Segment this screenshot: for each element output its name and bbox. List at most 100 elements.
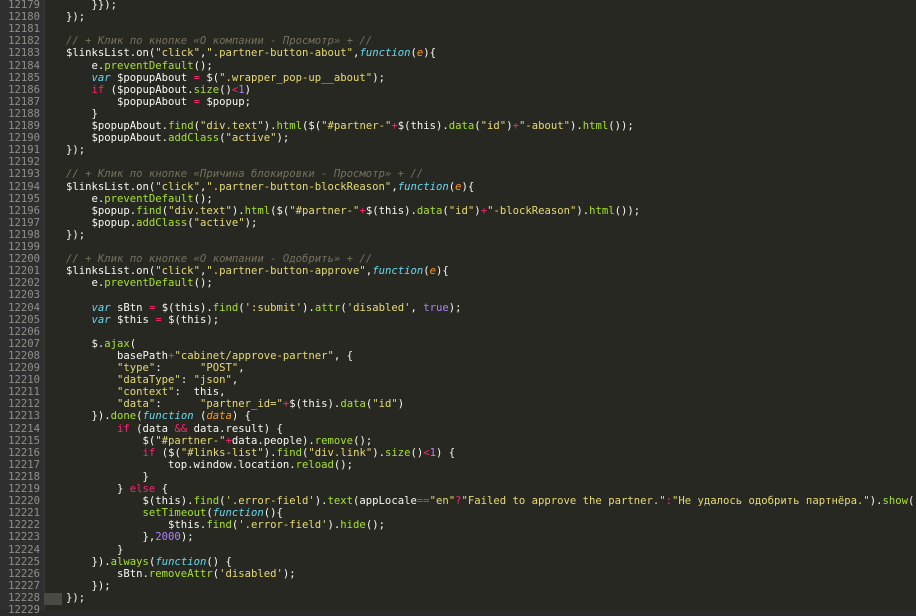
code-line[interactable]: }: [44, 544, 916, 556]
code-line[interactable]: }: [44, 471, 916, 483]
code-line[interactable]: e.preventDefault();: [44, 193, 916, 205]
line-number: 12223: [8, 531, 40, 544]
code-token: html: [276, 120, 303, 132]
code-line[interactable]: $(this).find('.error-field').text(appLoc…: [44, 495, 916, 507]
code-line[interactable]: $popup.find("div.text").html($("#partner…: [44, 205, 916, 217]
code-token: ) {: [231, 410, 252, 423]
code-token: size: [384, 446, 411, 459]
code-line[interactable]: }: [44, 108, 916, 120]
code-token: "#partner-": [321, 120, 392, 132]
code-line[interactable]: basePath+"cabinet/approve-partner", {: [44, 350, 916, 362]
code-line-text: if ($popupAbout.size()<1): [66, 84, 252, 96]
code-line[interactable]: $popupAbout = $popup;: [44, 96, 916, 108]
code-line[interactable]: e.preventDefault();: [44, 277, 916, 289]
line-number: 12207: [8, 337, 40, 350]
code-line[interactable]: $linksList.on("click",".partner-button-b…: [44, 181, 916, 193]
code-line[interactable]: });: [44, 580, 916, 592]
code-token: }: [66, 483, 130, 495]
code-line[interactable]: "context": this,: [44, 386, 916, 398]
code-line[interactable]: },2000);: [44, 531, 916, 543]
code-token: $popup.: [66, 204, 137, 217]
code-line[interactable]: var $popupAbout = $(".wrapper_pop-up__ab…: [44, 72, 916, 84]
code-token: function: [359, 47, 411, 60]
code-line-text: e.preventDefault();: [66, 277, 213, 289]
code-line[interactable]: sBtn.removeAttr('disabled');: [44, 568, 916, 580]
code-line[interactable]: [44, 23, 916, 35]
code-token: ();: [193, 277, 213, 290]
code-line-text: var sBtn = $(this).find(':submit').attr(…: [66, 302, 462, 314]
code-line[interactable]: if ($("#links-list").find("div.link").si…: [44, 447, 916, 459]
code-line[interactable]: top.window.location.reload();: [44, 459, 916, 471]
code-token: addClass: [136, 216, 188, 229]
line-number: 12208: [8, 349, 40, 362]
code-line[interactable]: $popupAbout.find("div.text").html($("#pa…: [44, 120, 916, 132]
code-line[interactable]: // + Клик по кнопке «О компании - Одобри…: [44, 253, 916, 265]
code-token: ).: [263, 446, 277, 459]
code-token: function: [155, 555, 207, 568]
code-token: "en": [429, 495, 456, 508]
code-line[interactable]: } else {: [44, 483, 916, 495]
code-line[interactable]: }});: [44, 0, 916, 11]
code-line[interactable]: $popup.addClass("active");: [44, 217, 916, 229]
code-token: ,: [410, 301, 424, 314]
code-line[interactable]: $linksList.on("click",".partner-button-a…: [44, 47, 916, 59]
code-token: }});: [66, 0, 118, 11]
code-line[interactable]: // + Клик по кнопке «Причина блокировки …: [44, 168, 916, 180]
code-editor[interactable]: 12179 12180 12181 12182 12183 12184 12185 12186…: [0, 0, 916, 616]
code-token: }).: [66, 555, 111, 568]
code-line[interactable]: $popupAbout.addClass("active");: [44, 132, 916, 144]
code-token: $this.: [66, 519, 207, 532]
code-line[interactable]: });: [44, 592, 916, 604]
code-line[interactable]: var $this = $(this);: [44, 314, 916, 326]
code-line[interactable]: [44, 156, 916, 168]
code-line[interactable]: $.ajax(: [44, 338, 916, 350]
code-line[interactable]: if ($popupAbout.size()<1): [44, 84, 916, 96]
code-line[interactable]: [44, 604, 916, 616]
code-line-text: "data": "partner_id="+$(this).data("id"): [66, 398, 404, 410]
code-area[interactable]: }});}); // + Клик по кнопке «О компании -…: [44, 0, 916, 610]
code-token: preventDefault: [104, 277, 194, 290]
code-line[interactable]: });: [44, 229, 916, 241]
code-line[interactable]: });: [44, 144, 916, 156]
code-line-text: top.window.location.reload();: [66, 459, 353, 471]
code-line[interactable]: "type": "POST",: [44, 362, 916, 374]
code-line[interactable]: [44, 289, 916, 301]
code-line[interactable]: $linksList.on("click",".partner-button-a…: [44, 265, 916, 277]
code-line[interactable]: "dataType": "json",: [44, 374, 916, 386]
line-number: 12198: [8, 228, 40, 241]
code-token: $popupAbout: [110, 71, 194, 84]
code-token: if: [117, 422, 130, 435]
line-number: 12213: [8, 410, 40, 423]
code-token: "id": [372, 398, 398, 411]
code-line[interactable]: var sBtn = $(this).find(':submit').attr(…: [44, 302, 916, 314]
line-number: 12194: [8, 180, 40, 193]
code-line[interactable]: setTimeout(function(){: [44, 507, 916, 519]
code-line[interactable]: $this.find('.error-field').hide();: [44, 519, 916, 531]
code-line[interactable]: "data": "partner_id="+$(this).data("id"): [44, 398, 916, 410]
code-token: $linksList.on(: [66, 265, 156, 278]
line-number: 12206: [8, 325, 40, 338]
code-token: ();: [333, 458, 354, 471]
code-token: (){: [263, 507, 283, 520]
code-line[interactable]: if (data && data.result) {: [44, 423, 916, 435]
code-line[interactable]: }).always(function() {: [44, 556, 916, 568]
code-line[interactable]: e.preventDefault();: [44, 60, 916, 72]
code-line[interactable]: });: [44, 11, 916, 23]
code-line[interactable]: $("#partner-"+data.people).remove();: [44, 435, 916, 447]
code-token: show: [882, 495, 908, 508]
code-line[interactable]: [44, 241, 916, 253]
line-number: 12214: [8, 422, 40, 435]
code-token: find: [206, 519, 232, 532]
code-line[interactable]: }).done(function (data) {: [44, 410, 916, 422]
code-line[interactable]: // + Клик по кнопке «О компании - Просмо…: [44, 35, 916, 47]
code-token: "div.text": [199, 120, 264, 132]
code-line[interactable]: [44, 326, 916, 338]
code-line-text: $popupAbout.addClass("active");: [66, 132, 290, 144]
code-token: :: [155, 362, 200, 374]
code-line-text: }).always(function() {: [66, 556, 232, 568]
code-token: hide: [340, 519, 366, 532]
code-token: else: [129, 483, 156, 495]
code-token: '.error-field': [238, 519, 328, 532]
